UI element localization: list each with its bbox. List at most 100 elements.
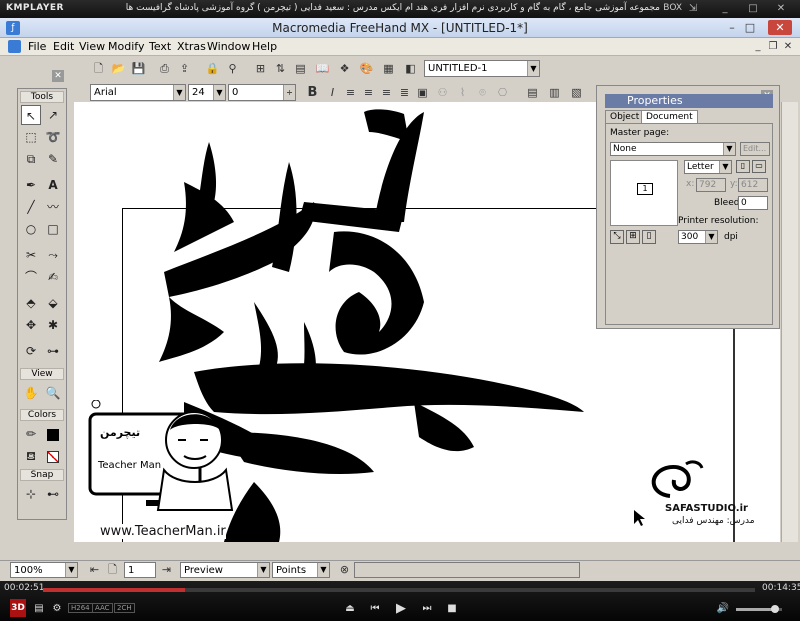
document-icon[interactable] bbox=[8, 40, 21, 53]
previous-icon[interactable]: ⏮ bbox=[368, 602, 382, 616]
master-page-select[interactable]: None ▼ bbox=[610, 142, 736, 156]
halftones-icon[interactable]: ◧ bbox=[402, 60, 419, 77]
extrude-tool-icon[interactable]: ⬘ bbox=[21, 293, 41, 313]
volume-knob[interactable] bbox=[771, 605, 780, 613]
graphic-hose-tool-icon[interactable]: ✱ bbox=[43, 315, 63, 335]
blend-tool-icon[interactable]: ⌒ bbox=[21, 267, 41, 287]
library-icon[interactable]: 📖 bbox=[314, 60, 331, 77]
fill-color-swatch[interactable] bbox=[43, 424, 63, 444]
justify-icon[interactable]: ≣ bbox=[396, 84, 413, 101]
close-button[interactable]: ✕ bbox=[768, 20, 792, 35]
freeform-tool-icon[interactable]: ⤳ bbox=[43, 245, 63, 265]
snap-point-icon[interactable]: ⊹ bbox=[21, 484, 41, 504]
rotate-tool-icon[interactable]: ⟳ bbox=[21, 341, 41, 361]
page-icon[interactable]: 🗋 bbox=[104, 561, 121, 578]
settings-icon[interactable]: ⚙ bbox=[50, 602, 64, 616]
layers-icon[interactable]: ▤ bbox=[292, 60, 309, 77]
attach-path-icon[interactable]: ⌇ bbox=[454, 84, 471, 101]
add-page-icon[interactable]: ⤡ bbox=[610, 230, 624, 244]
doc-restore-button[interactable]: ❐ bbox=[766, 40, 780, 54]
zoom-select[interactable]: 100% ▼ bbox=[10, 562, 78, 578]
transform-icon[interactable]: ⇅ bbox=[272, 60, 289, 77]
player-close-icon[interactable]: ✕ bbox=[774, 2, 788, 15]
none-color-swatch[interactable] bbox=[43, 446, 63, 466]
shadow-tool-icon[interactable]: ⬙ bbox=[43, 293, 63, 313]
3d-badge[interactable]: 3D bbox=[10, 599, 26, 617]
units-select[interactable]: Points ▼ bbox=[272, 562, 330, 578]
document-select[interactable]: UNTITLED-1 ▼ bbox=[424, 60, 540, 77]
baseline-field[interactable]: 0 ÷ bbox=[228, 84, 296, 101]
snap-object-icon[interactable]: ⊷ bbox=[43, 484, 63, 504]
next-icon[interactable]: ⏭ bbox=[420, 602, 434, 616]
volume-icon[interactable]: 🔊 bbox=[716, 602, 730, 616]
vertical-scrollbar[interactable] bbox=[781, 102, 798, 542]
menu-edit[interactable]: Edit bbox=[53, 40, 74, 53]
save-icon[interactable]: 💾 bbox=[130, 60, 147, 77]
color-mixer-icon[interactable]: 🎨 bbox=[358, 60, 375, 77]
styles-icon[interactable]: ❖ bbox=[336, 60, 353, 77]
printer-resolution-select[interactable]: 300 ▼ bbox=[678, 230, 718, 244]
menu-help[interactable]: Help bbox=[252, 40, 277, 53]
menu-file[interactable]: File bbox=[28, 40, 46, 53]
menu-view[interactable]: View bbox=[79, 40, 105, 53]
text-tool-icon[interactable]: A bbox=[43, 175, 63, 195]
unlock-icon[interactable]: ⚲ bbox=[224, 60, 241, 77]
align-right-icon[interactable]: ≡ bbox=[378, 84, 395, 101]
rectangle-tool-icon[interactable]: □ bbox=[43, 219, 63, 239]
font-size-field[interactable]: 24 ▼ bbox=[188, 84, 226, 101]
stroke-color-icon[interactable]: ✏ bbox=[21, 424, 41, 444]
text-editor-icon[interactable]: ▤ bbox=[524, 84, 541, 101]
pointer-tool-icon[interactable]: ↖ bbox=[21, 105, 41, 125]
menu-window[interactable]: Window bbox=[207, 40, 250, 53]
page-options-icon[interactable]: ⊞ bbox=[626, 230, 640, 244]
stop-icon[interactable]: ■ bbox=[445, 602, 459, 616]
minimize-button[interactable]: – bbox=[724, 20, 740, 35]
menu-text[interactable]: Text bbox=[149, 40, 171, 53]
cancel-render-icon[interactable]: ⊗ bbox=[336, 561, 353, 578]
bold-button[interactable]: B bbox=[304, 84, 321, 101]
fill-bucket-icon[interactable]: ⛾ bbox=[21, 446, 41, 466]
doc-minimize-button[interactable]: _ bbox=[751, 40, 765, 54]
bleed-field[interactable]: 0 bbox=[738, 196, 768, 210]
page-thumbnail-icon[interactable]: ▯ bbox=[642, 230, 656, 244]
export-icon[interactable]: ⇪ bbox=[176, 60, 193, 77]
lock-icon[interactable]: 🔒 bbox=[204, 60, 221, 77]
knife-tool-icon[interactable]: ✂ bbox=[21, 245, 41, 265]
connector-tool-icon[interactable]: ⊶ bbox=[43, 341, 63, 361]
align-center-icon[interactable]: ≡ bbox=[360, 84, 377, 101]
font-select[interactable]: Arial ▼ bbox=[90, 84, 186, 101]
portrait-icon[interactable]: ▯ bbox=[736, 160, 750, 173]
page-size-select[interactable]: Letter ▼ bbox=[684, 160, 732, 174]
smudge-tool-icon[interactable]: ✥ bbox=[21, 315, 41, 335]
page-select[interactable]: 1 bbox=[124, 562, 156, 578]
page-thumbnail[interactable]: 1 bbox=[610, 160, 678, 226]
new-icon[interactable]: 🗋 bbox=[90, 60, 107, 77]
maximize-button[interactable]: □ bbox=[742, 20, 758, 35]
menu-xtras[interactable]: Xtras bbox=[177, 40, 206, 53]
eyedropper-tool-icon[interactable]: ✎ bbox=[43, 149, 63, 169]
italic-icon[interactable]: I bbox=[324, 84, 341, 101]
next-page-icon[interactable]: ⇥ bbox=[158, 561, 175, 578]
text-wrap-icon[interactable]: ▣ bbox=[414, 84, 431, 101]
flow-inside-icon[interactable]: ⌾ bbox=[474, 84, 491, 101]
convert-outlines-icon[interactable]: ⎔ bbox=[494, 84, 511, 101]
open-icon[interactable]: 📂 bbox=[110, 60, 127, 77]
play-icon[interactable]: ▶ bbox=[394, 602, 408, 616]
eject-icon[interactable]: ⏏ bbox=[343, 602, 357, 616]
text-inspector-icon[interactable]: ▥ bbox=[546, 84, 563, 101]
edit-button[interactable]: Edit... bbox=[740, 142, 770, 156]
view-mode-select[interactable]: Preview ▼ bbox=[180, 562, 270, 578]
playlist-icon[interactable]: ▤ bbox=[32, 602, 46, 616]
align-left-icon[interactable]: ≡ bbox=[342, 84, 359, 101]
height-field[interactable]: 612 bbox=[738, 178, 768, 192]
page-tool-icon[interactable]: ⬚ bbox=[21, 127, 41, 147]
player-box-label[interactable]: BOX bbox=[663, 3, 682, 13]
zoom-tool-icon[interactable]: 🔍 bbox=[43, 383, 63, 403]
player-maximize-icon[interactable]: □ bbox=[746, 2, 760, 15]
player-pin-icon[interactable]: ⇲ bbox=[686, 2, 700, 15]
import-icon[interactable]: ⎙ bbox=[156, 60, 173, 77]
pencil-tool-icon[interactable]: 〰 bbox=[43, 197, 63, 217]
text-link-icon[interactable]: ⚇ bbox=[434, 84, 451, 101]
line-tool-icon[interactable]: ╱ bbox=[21, 197, 41, 217]
spelling-icon[interactable]: ▧ bbox=[568, 84, 585, 101]
